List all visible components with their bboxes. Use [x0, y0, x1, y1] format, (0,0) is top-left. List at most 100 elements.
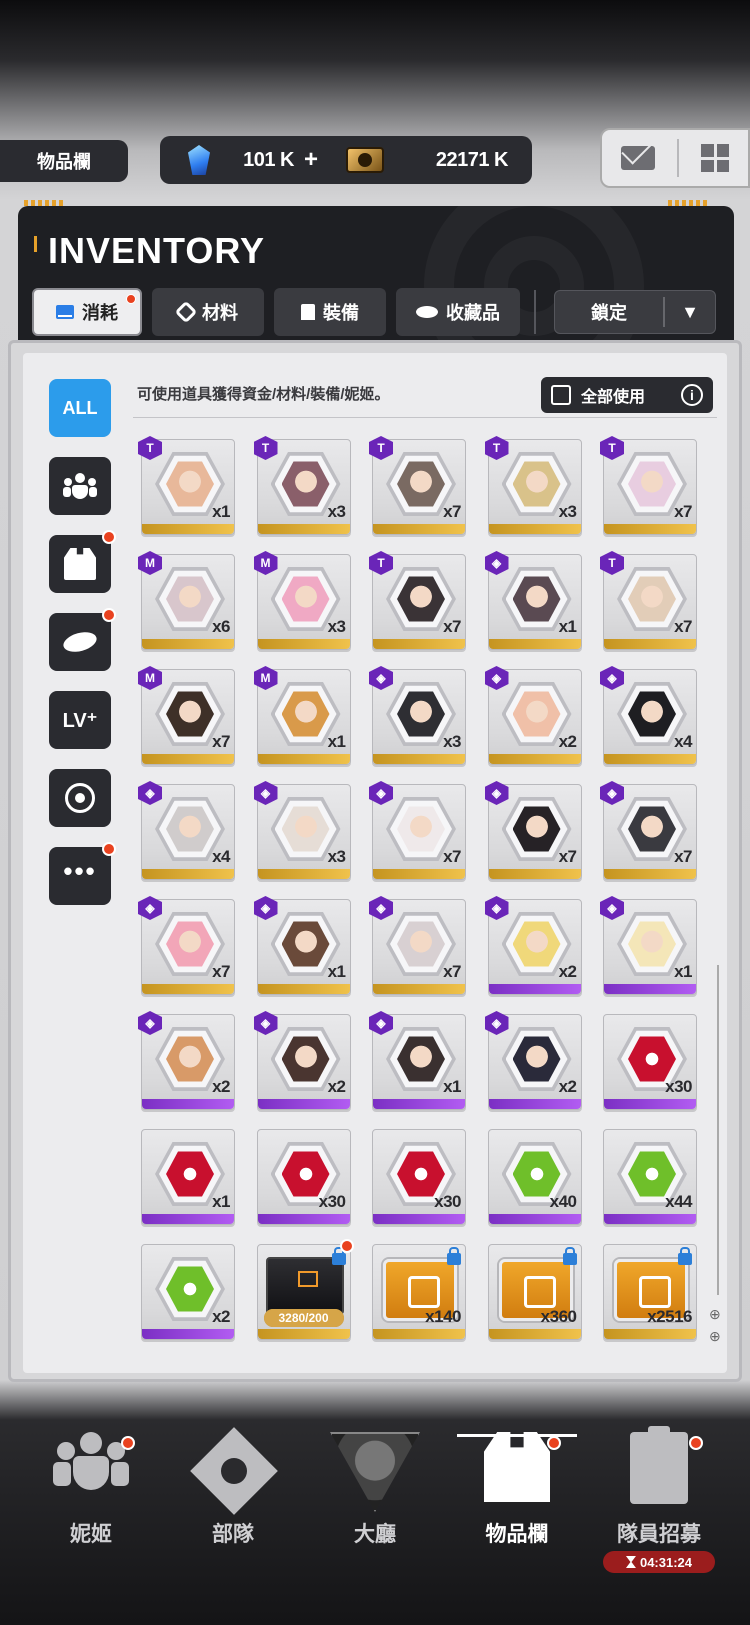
rarity-band — [373, 1099, 465, 1109]
inventory-item[interactable]: Tx7 — [369, 436, 466, 535]
filter-all-button[interactable]: ALL — [49, 379, 111, 437]
nav-label: 隊員招募 — [617, 1523, 701, 1546]
inventory-item[interactable]: ◈ x2 — [138, 1011, 235, 1110]
rarity-band — [142, 1329, 234, 1339]
rarity-badge: ◈ — [600, 781, 624, 805]
scrollbar[interactable] — [717, 965, 719, 1295]
use-all-button[interactable]: 全部使用 i — [541, 377, 713, 413]
inventory-item[interactable]: x30 — [256, 1129, 351, 1225]
rarity-badge: T — [369, 436, 393, 460]
inventory-item[interactable]: ◈ x1 — [253, 896, 351, 995]
inventory-item[interactable]: ◈ x7 — [484, 781, 582, 880]
rarity-band — [257, 754, 350, 764]
nav-squad[interactable]: 部隊 — [173, 1400, 293, 1625]
inventory-item[interactable]: Tx3 — [253, 436, 351, 535]
filter-collection-button[interactable] — [49, 608, 116, 671]
inventory-item[interactable]: ◈ x7 — [369, 781, 466, 880]
inventory-item[interactable]: Tx3 — [484, 436, 582, 535]
inventory-item[interactable]: x140 — [372, 1244, 466, 1340]
lock-filter-dropdown[interactable]: 鎖定 ▼ — [554, 290, 716, 334]
divider — [677, 139, 679, 177]
inventory-item[interactable]: ◈ x3 — [253, 781, 351, 880]
inventory-item[interactable]: ◈ x4 — [600, 666, 697, 765]
use-all-checkbox[interactable] — [551, 385, 571, 405]
inventory-item[interactable]: Tx1 — [138, 436, 235, 535]
item-quantity: x7 — [443, 617, 461, 636]
inventory-item[interactable]: Tx7 — [600, 551, 697, 650]
lock-icon[interactable] — [331, 1247, 346, 1265]
mail-icon[interactable] — [621, 146, 655, 170]
inventory-item[interactable]: x2516 — [603, 1244, 697, 1340]
inventory-item[interactable]: Tx7 — [369, 551, 466, 650]
filter-more-button[interactable]: ••• — [49, 842, 116, 905]
filter-level-button[interactable]: LV⁺ — [49, 691, 111, 749]
inventory-item[interactable]: Mx7 — [138, 666, 235, 765]
inventory-item[interactable]: ◈ x2 — [484, 666, 582, 765]
item-quantity: x2 — [558, 732, 577, 751]
lock-icon[interactable] — [678, 1247, 692, 1265]
nav-nikke[interactable]: 妮姬 — [31, 1400, 151, 1625]
info-icon[interactable]: i — [681, 384, 703, 406]
lock-icon[interactable] — [447, 1247, 461, 1265]
inventory-item[interactable]: x30 — [603, 1014, 697, 1110]
scroll-arrows-icon[interactable]: ⊕ ⊕ — [709, 1303, 721, 1347]
inventory-item[interactable]: Mx6 — [138, 551, 235, 650]
notification-dot — [121, 1436, 135, 1450]
inventory-item[interactable]: x360 — [487, 1244, 582, 1340]
inventory-item[interactable]: ◈ x7 — [138, 896, 235, 995]
rarity-band — [488, 1214, 581, 1224]
item-quantity: x2 — [327, 1077, 346, 1096]
tab-equipment[interactable]: 裝備 — [274, 288, 386, 336]
filter-target-button[interactable] — [49, 769, 111, 827]
inventory-item[interactable]: Tx7 — [600, 436, 697, 535]
rarity-badge: ◈ — [253, 1011, 278, 1035]
item-quantity: x3 — [558, 502, 577, 521]
inventory-item[interactable]: ◈ x4 — [138, 781, 235, 880]
rarity-band — [488, 754, 581, 764]
rarity-badge: ◈ — [253, 781, 278, 805]
lock-filter-label: 鎖定 — [591, 303, 627, 323]
inventory-item[interactable]: ◈ x7 — [369, 896, 466, 995]
inventory-title: INVENTORY — [48, 230, 266, 271]
inventory-item[interactable]: ◈ x1 — [369, 1011, 466, 1110]
item-quantity: x7 — [443, 962, 461, 981]
item-quantity: x7 — [674, 847, 692, 866]
gem-currency[interactable]: 101 K + — [174, 145, 346, 175]
notification-dot — [126, 294, 136, 304]
tab-consumable[interactable]: 消耗 — [32, 288, 142, 336]
inventory-header: INVENTORY 消耗 材料 裝備 收藏品 鎖定 ▼ — [18, 206, 734, 358]
nav-lobby[interactable]: 大廳 — [315, 1400, 435, 1625]
item-progress-text: 3280/200 — [278, 1311, 329, 1325]
inventory-item[interactable]: ◈ x2 — [484, 896, 582, 995]
inventory-item[interactable]: ◈ x1 — [484, 551, 582, 650]
nav-recruit[interactable]: 04:31:24 隊員招募 — [599, 1400, 719, 1625]
item-quantity: x1 — [443, 1077, 461, 1096]
tab-material[interactable]: 材料 — [152, 288, 264, 336]
inventory-item[interactable]: ◈ x3 — [369, 666, 466, 765]
inventory-item[interactable]: x30 — [372, 1129, 466, 1225]
filter-nikke-button[interactable] — [49, 457, 111, 515]
inventory-item[interactable]: ◈ x1 — [600, 896, 697, 995]
grid-menu-icon[interactable] — [701, 144, 729, 172]
recruit-timer-value: 04:31:24 — [639, 1554, 693, 1570]
nav-inventory[interactable]: 物品欄 — [457, 1400, 577, 1625]
item-quantity: x3 — [327, 502, 346, 521]
inventory-item[interactable]: Mx1 — [253, 666, 351, 765]
inventory-item[interactable]: 3280/200 — [256, 1239, 354, 1340]
inventory-item[interactable]: x1 — [141, 1129, 235, 1225]
rarity-badge: ◈ — [484, 1011, 509, 1035]
inventory-item[interactable]: x2 — [141, 1244, 235, 1340]
rarity-badge: ◈ — [138, 781, 162, 805]
item-quantity: x2 — [212, 1077, 230, 1096]
add-gems-button[interactable]: + — [304, 146, 318, 174]
currency-bar: 101 K + 22171 K — [160, 136, 532, 184]
filter-equipment-button[interactable] — [49, 530, 116, 593]
inventory-item[interactable]: ◈ x2 — [484, 1011, 582, 1110]
inventory-item[interactable]: x40 — [487, 1129, 582, 1225]
inventory-item[interactable]: x44 — [603, 1129, 697, 1225]
lock-icon[interactable] — [562, 1247, 577, 1265]
inventory-item[interactable]: ◈ x7 — [600, 781, 697, 880]
tab-collection[interactable]: 收藏品 — [396, 288, 520, 336]
inventory-item[interactable]: Mx3 — [253, 551, 351, 650]
inventory-item[interactable]: ◈ x2 — [253, 1011, 351, 1110]
